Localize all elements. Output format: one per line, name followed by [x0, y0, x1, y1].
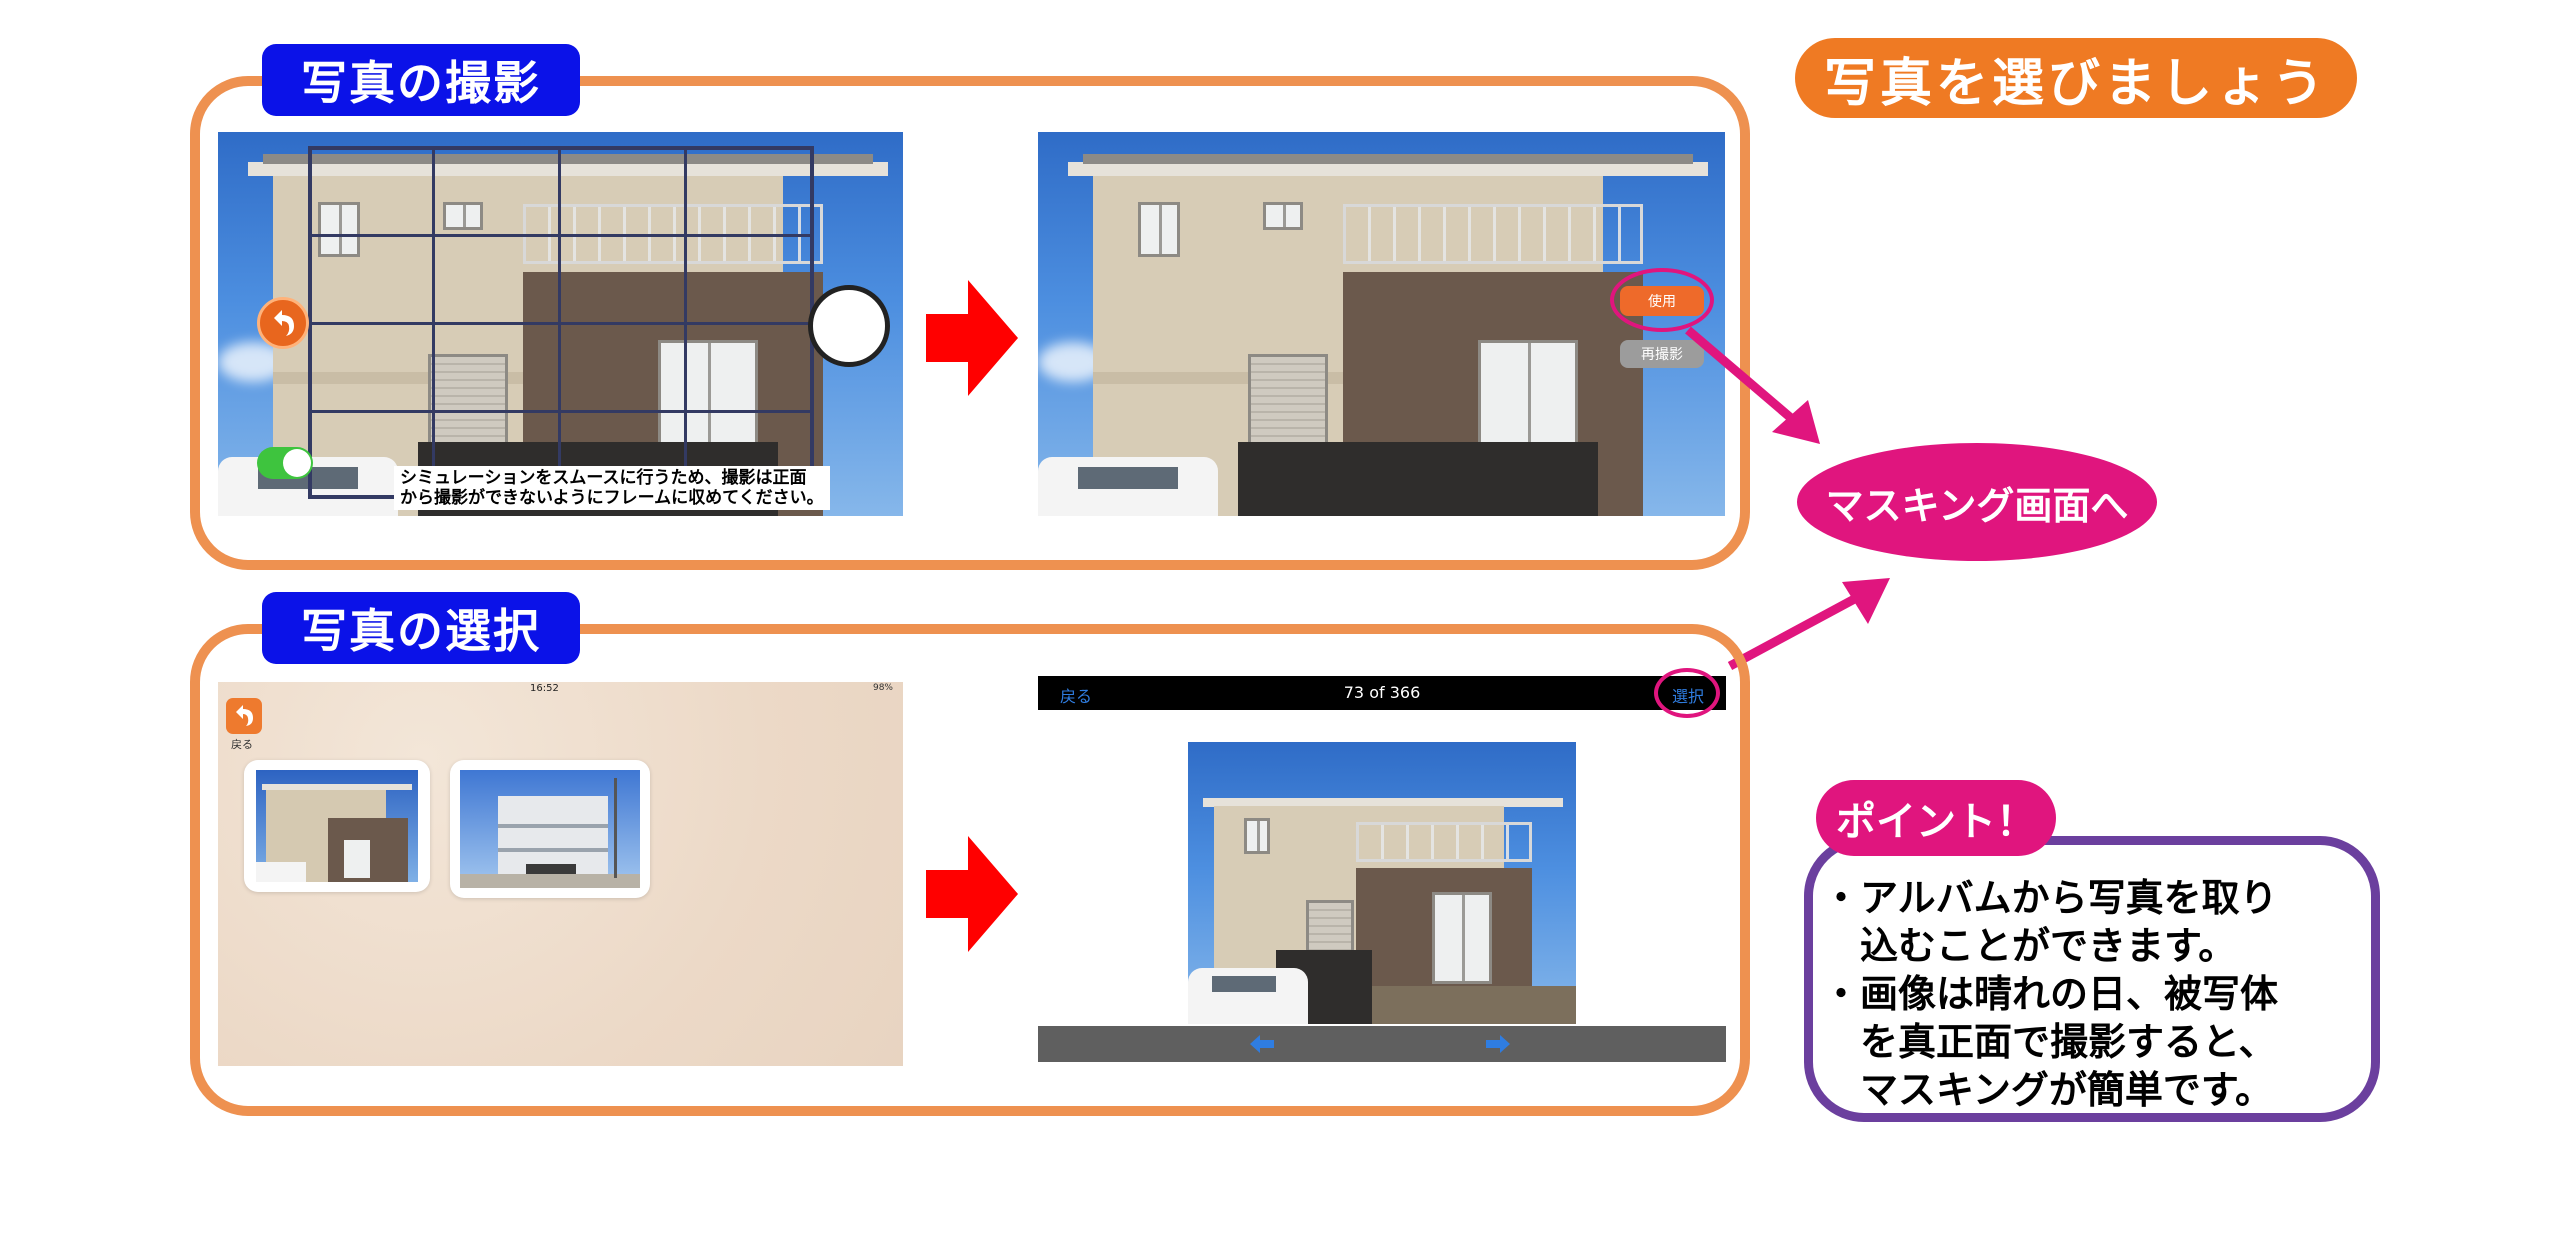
guide-line — [308, 234, 814, 237]
select-section-tab: 写真の選択 — [262, 592, 580, 664]
tips-tab: ポイント！ — [1816, 780, 2056, 856]
undo-arrow-icon — [236, 705, 253, 726]
red-arrow-icon — [926, 280, 1018, 396]
camera-back-button[interactable] — [257, 297, 309, 349]
tips-line: 込むことができます。 — [1860, 924, 2237, 968]
viewer-counter: 73 of 366 — [1343, 683, 1421, 702]
camera-caption-line2: から撮影ができないようにフレームに収めてください。 — [400, 488, 824, 508]
magenta-arrow-icon — [1727, 578, 1890, 670]
grid-toggle[interactable] — [257, 447, 313, 479]
guide-line — [308, 410, 814, 413]
preview-screen — [1038, 132, 1725, 516]
masking-pill-label: マスキング画面へ — [1825, 483, 2129, 528]
tips-line: を真正面で撮影すると、 — [1860, 1020, 2277, 1064]
album-thumbnail[interactable] — [450, 760, 650, 898]
guide-line — [308, 322, 814, 325]
photo-viewer-screen: 戻る 73 of 366 選択 — [1038, 668, 1726, 1062]
library-back-label: 戻る — [231, 738, 253, 751]
toggle-knob — [283, 449, 311, 477]
masking-screen-pill: マスキング画面へ — [1797, 443, 2157, 561]
tips-line: ・画像は晴れの日、被写体 — [1822, 972, 2279, 1016]
title-pill: 写真を選びましょう — [1795, 38, 2357, 118]
shutter-button[interactable] — [808, 285, 890, 367]
select-section-title: 写真の選択 — [301, 604, 541, 658]
battery-label: 98% — [872, 683, 893, 693]
next-arrow-icon[interactable] — [1486, 1034, 1510, 1054]
magenta-arrow-icon — [1685, 326, 1820, 444]
tips-text: ・アルバムから写真を取り 込むことができます。 ・画像は晴れの日、被写体 を真正… — [1822, 874, 2278, 1114]
retake-label: 再撮影 — [1641, 347, 1683, 363]
previous-arrow-icon[interactable] — [1250, 1034, 1274, 1054]
capture-section-title: 写真の撮影 — [301, 56, 541, 110]
album-thumbnail[interactable] — [244, 760, 430, 892]
highlight-circle — [1654, 668, 1720, 718]
undo-arrow-icon — [274, 310, 294, 336]
status-time: 16:52 — [530, 683, 559, 694]
capture-section-tab: 写真の撮影 — [262, 44, 580, 116]
title-pill-label: 写真を選びましょう — [1823, 53, 2328, 114]
tips-line: ・アルバムから写真を取り — [1822, 876, 2278, 920]
viewer-bottom-bar — [1038, 1026, 1726, 1062]
camera-caption: シミュレーションをスムースに行うため、撮影は正面 から撮影ができないようにフレー… — [394, 466, 830, 510]
tips-tab-label: ポイント！ — [1836, 799, 2036, 845]
red-arrow-icon — [926, 836, 1018, 952]
viewer-photo — [1188, 742, 1576, 1024]
library-back-button[interactable] — [226, 698, 262, 734]
status-battery: 98% — [873, 683, 893, 693]
photo-library-screen: 16:52 98% 戻る — [218, 682, 903, 1066]
camera-caption-line1: シミュレーションをスムースに行うため、撮影は正面 — [400, 468, 807, 488]
tips-line: マスキングが簡単です。 — [1860, 1068, 2274, 1112]
viewer-toolbar: 戻る 73 of 366 選択 — [1038, 676, 1726, 710]
